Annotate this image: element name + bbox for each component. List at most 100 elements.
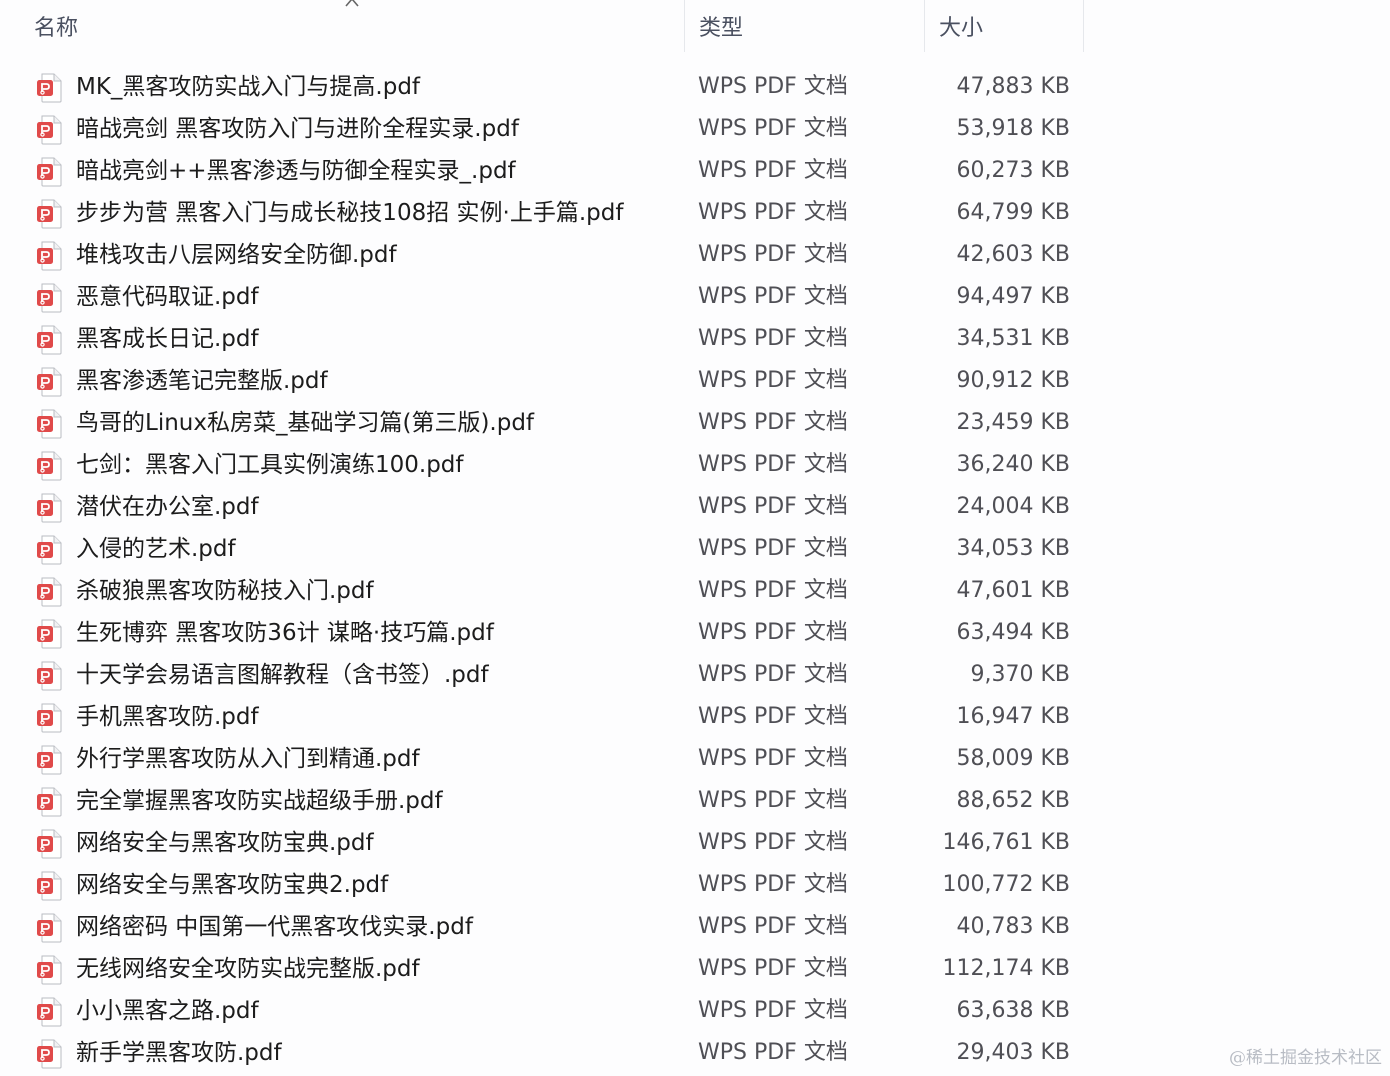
- file-type: WPS PDF 文档: [698, 662, 848, 687]
- file-name[interactable]: 生死博弈 黑客攻防36计 谋略·技巧篇.pdf: [76, 612, 494, 654]
- file-size: 40,783 KB: [956, 914, 1071, 939]
- file-row[interactable]: 小小黑客之路.pdf WPS PDF 文档 63,638 KB: [0, 990, 1084, 1032]
- pdf-file-icon: [36, 703, 62, 733]
- file-type: WPS PDF 文档: [698, 536, 848, 561]
- file-name[interactable]: 黑客成长日记.pdf: [76, 318, 259, 360]
- pdf-file-icon: [36, 871, 62, 901]
- file-row[interactable]: 黑客渗透笔记完整版.pdf WPS PDF 文档 90,912 KB: [0, 360, 1084, 402]
- file-type: WPS PDF 文档: [698, 704, 848, 729]
- file-row[interactable]: 潜伏在办公室.pdf WPS PDF 文档 24,004 KB: [0, 486, 1084, 528]
- pdf-file-icon: [36, 661, 62, 691]
- file-name[interactable]: 十天学会易语言图解教程（含书签）.pdf: [76, 654, 489, 696]
- file-row[interactable]: MK_黑客攻防实战入门与提高.pdf WPS PDF 文档 47,883 KB: [0, 66, 1084, 108]
- pdf-file-icon: [36, 73, 62, 103]
- file-row[interactable]: 恶意代码取证.pdf WPS PDF 文档 94,497 KB: [0, 276, 1084, 318]
- file-size: 16,947 KB: [956, 704, 1071, 729]
- file-row[interactable]: 杀破狼黑客攻防秘技入门.pdf WPS PDF 文档 47,601 KB: [0, 570, 1084, 612]
- file-type: WPS PDF 文档: [698, 914, 848, 939]
- file-type: WPS PDF 文档: [698, 956, 848, 981]
- file-row[interactable]: 手机黑客攻防.pdf WPS PDF 文档 16,947 KB: [0, 696, 1084, 738]
- file-name[interactable]: 潜伏在办公室.pdf: [76, 486, 259, 528]
- file-name[interactable]: 小小黑客之路.pdf: [76, 990, 259, 1032]
- file-name[interactable]: 恶意代码取证.pdf: [76, 276, 259, 318]
- pdf-file-icon: [36, 745, 62, 775]
- file-size: 34,053 KB: [956, 536, 1071, 561]
- file-row[interactable]: 十天学会易语言图解教程（含书签）.pdf WPS PDF 文档 9,370 KB: [0, 654, 1084, 696]
- file-type: WPS PDF 文档: [698, 1040, 848, 1065]
- file-type: WPS PDF 文档: [698, 578, 848, 603]
- pdf-file-icon: [36, 283, 62, 313]
- watermark: @稀土掘金技术社区: [1229, 1048, 1382, 1068]
- pdf-file-icon: [36, 241, 62, 271]
- file-size: 34,531 KB: [956, 326, 1071, 351]
- file-row[interactable]: 生死博弈 黑客攻防36计 谋略·技巧篇.pdf WPS PDF 文档 63,494 …: [0, 612, 1084, 654]
- file-name[interactable]: 完全掌握黑客攻防实战超级手册.pdf: [76, 780, 443, 822]
- file-type: WPS PDF 文档: [698, 788, 848, 813]
- file-name[interactable]: 暗战亮剑 黑客攻防入门与进阶全程实录.pdf: [76, 108, 519, 150]
- file-name[interactable]: 堆栈攻击八层网络安全防御.pdf: [76, 234, 397, 276]
- file-type: WPS PDF 文档: [698, 200, 848, 225]
- file-row[interactable]: 网络安全与黑客攻防宝典2.pdf WPS PDF 文档 100,772 KB: [0, 864, 1084, 906]
- file-name[interactable]: 无线网络安全攻防实战完整版.pdf: [76, 948, 420, 990]
- file-name[interactable]: MK_黑客攻防实战入门与提高.pdf: [76, 66, 420, 108]
- file-row[interactable]: 无线网络安全攻防实战完整版.pdf WPS PDF 文档 112,174 KB: [0, 948, 1084, 990]
- file-name[interactable]: 杀破狼黑客攻防秘技入门.pdf: [76, 570, 374, 612]
- pdf-file-icon: [36, 913, 62, 943]
- file-row[interactable]: 鸟哥的Linux私房菜_基础学习篇(第三版).pdf WPS PDF 文档 23,4…: [0, 402, 1084, 444]
- pdf-file-icon: [36, 367, 62, 397]
- file-size: 63,638 KB: [956, 998, 1071, 1023]
- file-row[interactable]: 堆栈攻击八层网络安全防御.pdf WPS PDF 文档 42,603 KB: [0, 234, 1084, 276]
- file-type: WPS PDF 文档: [698, 830, 848, 855]
- file-row[interactable]: 网络安全与黑客攻防宝典.pdf WPS PDF 文档 146,761 KB: [0, 822, 1084, 864]
- column-header-size[interactable]: 大小: [924, 0, 1084, 52]
- file-size: 23,459 KB: [956, 410, 1071, 435]
- file-name[interactable]: 网络密码 中国第一代黑客攻伐实录.pdf: [76, 906, 473, 948]
- column-header-name-label: 名称: [34, 16, 79, 41]
- file-row[interactable]: 新手学黑客攻防.pdf WPS PDF 文档 29,403 KB: [0, 1032, 1084, 1074]
- file-size: 9,370 KB: [970, 662, 1071, 687]
- file-size: 58,009 KB: [956, 746, 1071, 771]
- file-size: 94,497 KB: [956, 284, 1071, 309]
- file-row[interactable]: 外行学黑客攻防从入门到精通.pdf WPS PDF 文档 58,009 KB: [0, 738, 1084, 780]
- file-type: WPS PDF 文档: [698, 494, 848, 519]
- file-row[interactable]: 暗战亮剑++黑客渗透与防御全程实录_.pdf WPS PDF 文档 60,273 K…: [0, 150, 1084, 192]
- file-list: MK_黑客攻防实战入门与提高.pdf WPS PDF 文档 47,883 KB 暗战…: [0, 66, 1390, 1074]
- file-name[interactable]: 网络安全与黑客攻防宝典.pdf: [76, 822, 374, 864]
- file-row[interactable]: 步步为营 黑客入门与成长秘技108招 实例·上手篇.pdf WPS PDF 文档 6…: [0, 192, 1084, 234]
- file-name[interactable]: 外行学黑客攻防从入门到精通.pdf: [76, 738, 420, 780]
- file-row[interactable]: 七剑：黑客入门工具实例演练100.pdf WPS PDF 文档 36,240 KB: [0, 444, 1084, 486]
- file-type: WPS PDF 文档: [698, 284, 848, 309]
- pdf-file-icon: [36, 157, 62, 187]
- file-name[interactable]: 步步为营 黑客入门与成长秘技108招 实例·上手篇.pdf: [76, 192, 623, 234]
- file-size: 60,273 KB: [956, 158, 1071, 183]
- file-name[interactable]: 黑客渗透笔记完整版.pdf: [76, 360, 328, 402]
- file-size: 29,403 KB: [956, 1040, 1071, 1065]
- file-type: WPS PDF 文档: [698, 746, 848, 771]
- file-row[interactable]: 入侵的艺术.pdf WPS PDF 文档 34,053 KB: [0, 528, 1084, 570]
- file-size: 146,761 KB: [942, 830, 1071, 855]
- column-header-bar: 名称 类型 大小: [0, 0, 1390, 56]
- file-size: 112,174 KB: [942, 956, 1071, 981]
- file-row[interactable]: 黑客成长日记.pdf WPS PDF 文档 34,531 KB: [0, 318, 1084, 360]
- file-size: 64,799 KB: [956, 200, 1071, 225]
- file-type: WPS PDF 文档: [698, 74, 848, 99]
- file-name[interactable]: 入侵的艺术.pdf: [76, 528, 236, 570]
- file-name[interactable]: 新手学黑客攻防.pdf: [76, 1032, 282, 1074]
- file-row[interactable]: 暗战亮剑 黑客攻防入门与进阶全程实录.pdf WPS PDF 文档 53,918 K…: [0, 108, 1084, 150]
- column-header-type[interactable]: 类型: [684, 0, 924, 52]
- file-row[interactable]: 完全掌握黑客攻防实战超级手册.pdf WPS PDF 文档 88,652 KB: [0, 780, 1084, 822]
- file-name[interactable]: 暗战亮剑++黑客渗透与防御全程实录_.pdf: [76, 150, 516, 192]
- pdf-file-icon: [36, 493, 62, 523]
- file-size: 90,912 KB: [956, 368, 1071, 393]
- column-header-name[interactable]: 名称: [0, 0, 684, 52]
- file-type: WPS PDF 文档: [698, 998, 848, 1023]
- file-name[interactable]: 手机黑客攻防.pdf: [76, 696, 259, 738]
- file-name[interactable]: 七剑：黑客入门工具实例演练100.pdf: [76, 444, 464, 486]
- file-name[interactable]: 鸟哥的Linux私房菜_基础学习篇(第三版).pdf: [76, 402, 534, 444]
- file-name[interactable]: 网络安全与黑客攻防宝典2.pdf: [76, 864, 388, 906]
- file-type: WPS PDF 文档: [698, 158, 848, 183]
- pdf-file-icon: [36, 535, 62, 565]
- pdf-file-icon: [36, 325, 62, 355]
- pdf-file-icon: [36, 787, 62, 817]
- file-row[interactable]: 网络密码 中国第一代黑客攻伐实录.pdf WPS PDF 文档 40,783 KB: [0, 906, 1084, 948]
